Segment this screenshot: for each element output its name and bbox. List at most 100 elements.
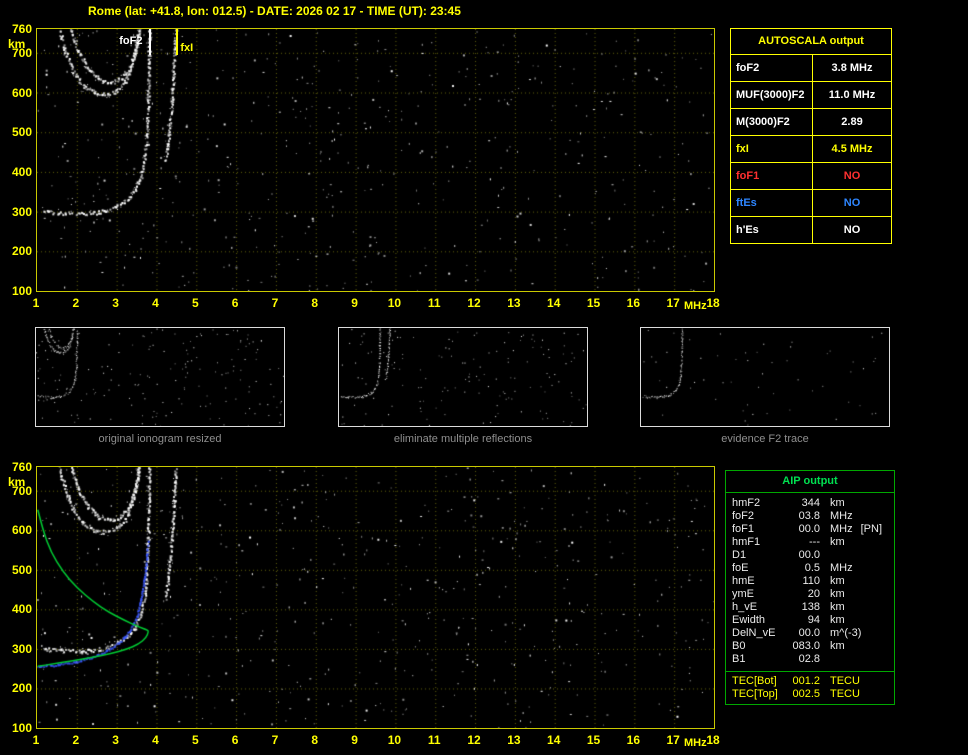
param-label: DelN_vE — [732, 627, 776, 639]
y-tick-label: 760 — [11, 460, 32, 474]
autoscala-table-title: AUTOSCALA output — [758, 35, 864, 47]
x-axis-unit-label: MHz — [684, 737, 707, 749]
x-tick-label: 6 — [231, 296, 239, 310]
x-tick-label: 13 — [507, 733, 521, 747]
param-label: TEC[Top] — [732, 688, 778, 700]
param-unit: km — [830, 614, 845, 626]
aip-row-fof1: foF1 00.0 MHz [PN] — [732, 523, 888, 536]
y-tick-label: 200 — [11, 681, 32, 696]
aip-row-tecbot: TEC[Bot] 001.2 TECU — [732, 675, 888, 688]
param-label: foF1 — [732, 523, 755, 535]
aip-output-table: AIP output hmF2 344 km foF2 03.8 MHz foF1 00.0 M… — [725, 470, 895, 705]
param-value: 0.5 — [804, 562, 820, 574]
autoscala-row-fof2: foF2 3.8 MHz — [731, 54, 891, 81]
y-tick-label: 300 — [11, 641, 32, 656]
x-tick-label: 2 — [72, 733, 80, 747]
param-value: 00.0 — [798, 549, 820, 561]
autoscala-output-table: AUTOSCALA output foF2 3.8 MHz MUF(3000)F2 1… — [730, 28, 892, 244]
param-value: NO — [843, 170, 861, 182]
aip-row-ewidth: Ewidth 94 km — [732, 614, 888, 627]
x-tick-label: 2 — [72, 296, 80, 310]
foF2-marker-label: foF2 — [119, 35, 143, 47]
param-label: D1 — [732, 549, 747, 561]
aip-row-d1: D1 00.0 — [732, 549, 888, 562]
param-label: Ewidth — [732, 614, 766, 626]
aip-row-hve: h_vE 138 km — [732, 601, 888, 614]
thumbnail-canvas-f2-trace — [641, 328, 889, 426]
autoscala-row-m3000f2: M(3000)F2 2.89 — [731, 108, 891, 135]
param-value: 11.0 MHz — [828, 89, 876, 101]
y-tick-label: 300 — [11, 204, 32, 219]
param-unit: km — [830, 640, 845, 652]
param-label: foF2 — [732, 510, 755, 522]
y-tick-label: 400 — [11, 164, 32, 179]
y-tick-label: 200 — [11, 244, 32, 259]
aip-tec-section: TEC[Bot] 001.2 TECU TEC[Top] 002.5 TECU — [726, 671, 894, 704]
x-tick-label: 15 — [586, 733, 601, 747]
param-value: --- — [809, 536, 820, 548]
x-tick-label: 3 — [112, 296, 119, 310]
autoscala-row-fxi: fxI 4.5 MHz — [731, 135, 891, 162]
x-tick-label: 9 — [351, 733, 358, 747]
y-tick-label: 500 — [11, 562, 32, 577]
param-unit: km — [830, 575, 845, 587]
param-label: ymE — [732, 588, 754, 600]
y-tick-label: 760 — [11, 22, 32, 36]
param-label: hmF1 — [732, 536, 761, 548]
aip-row-fof2: foF2 03.8 MHz — [732, 510, 888, 523]
param-value: 110 — [802, 575, 820, 587]
param-label: B1 — [732, 653, 746, 665]
param-value: NO — [843, 197, 861, 209]
param-note: [PN] — [860, 523, 883, 535]
foF2-marker-line — [149, 29, 151, 55]
param-label: TEC[Bot] — [732, 675, 777, 687]
ionogram-canvas-main — [37, 29, 714, 291]
aip-row-b1: B1 02.8 — [732, 653, 888, 666]
x-tick-label: 8 — [311, 733, 319, 747]
x-tick-label: 3 — [112, 733, 119, 747]
param-value: 344 — [801, 497, 820, 509]
ionogram-plot-profile — [36, 466, 715, 729]
param-label: hmF2 — [732, 497, 761, 509]
y-axis-unit-label: km — [8, 475, 26, 489]
x-tick-label: 8 — [311, 296, 319, 310]
y-tick-label: 600 — [11, 523, 32, 538]
param-label: foE — [732, 562, 749, 574]
y-tick-label: 600 — [11, 85, 32, 100]
x-tick-label: 12 — [467, 296, 481, 310]
aip-row-b0: B0 083.0 km — [732, 640, 888, 653]
x-tick-label: 6 — [231, 733, 239, 747]
autoscala-row-ftes: ftEs NO — [731, 189, 891, 216]
autoscala-row-hes: h'Es NO — [731, 216, 891, 243]
param-value: 03.8 — [798, 510, 820, 522]
x-tick-label: 5 — [191, 733, 199, 747]
param-unit: km — [830, 601, 845, 613]
autoscala-row-fof1: foF1 NO — [731, 162, 891, 189]
param-unit: km — [830, 588, 845, 600]
x-tick-label: 1 — [32, 296, 40, 310]
y-axis-unit-label: km — [8, 37, 26, 51]
thumbnail-caption: evidence F2 trace — [721, 433, 809, 445]
param-value: 00.0 — [798, 523, 820, 535]
param-label: MUF(3000)F2 — [731, 82, 813, 108]
param-unit: km — [830, 497, 845, 509]
param-value: 138 — [801, 601, 820, 613]
param-label: h'Es — [731, 217, 813, 243]
ionogram-plot-main: foF2 fxI — [36, 28, 715, 292]
x-tick-label: 13 — [507, 296, 521, 310]
param-unit: MHz — [830, 562, 853, 574]
x-tick-label: 1 — [32, 733, 40, 747]
param-label: foF1 — [731, 163, 813, 189]
param-value: 002.5 — [792, 688, 820, 700]
param-label: foF2 — [731, 55, 813, 81]
x-tick-label: 7 — [271, 733, 279, 747]
param-label: fxI — [731, 136, 813, 162]
aip-row-delnve: DelN_vE 00.0 m^(-3) — [732, 627, 888, 640]
window-title: Rome (lat: +41.8, lon: 012.5) - DATE: 20… — [88, 4, 461, 18]
param-value: 083.0 — [792, 640, 820, 652]
param-label: M(3000)F2 — [731, 109, 813, 135]
param-value: NO — [843, 224, 861, 236]
param-value: 94 — [807, 614, 820, 626]
x-tick-label: 17 — [666, 733, 680, 747]
x-tick-label: 16 — [626, 296, 641, 310]
